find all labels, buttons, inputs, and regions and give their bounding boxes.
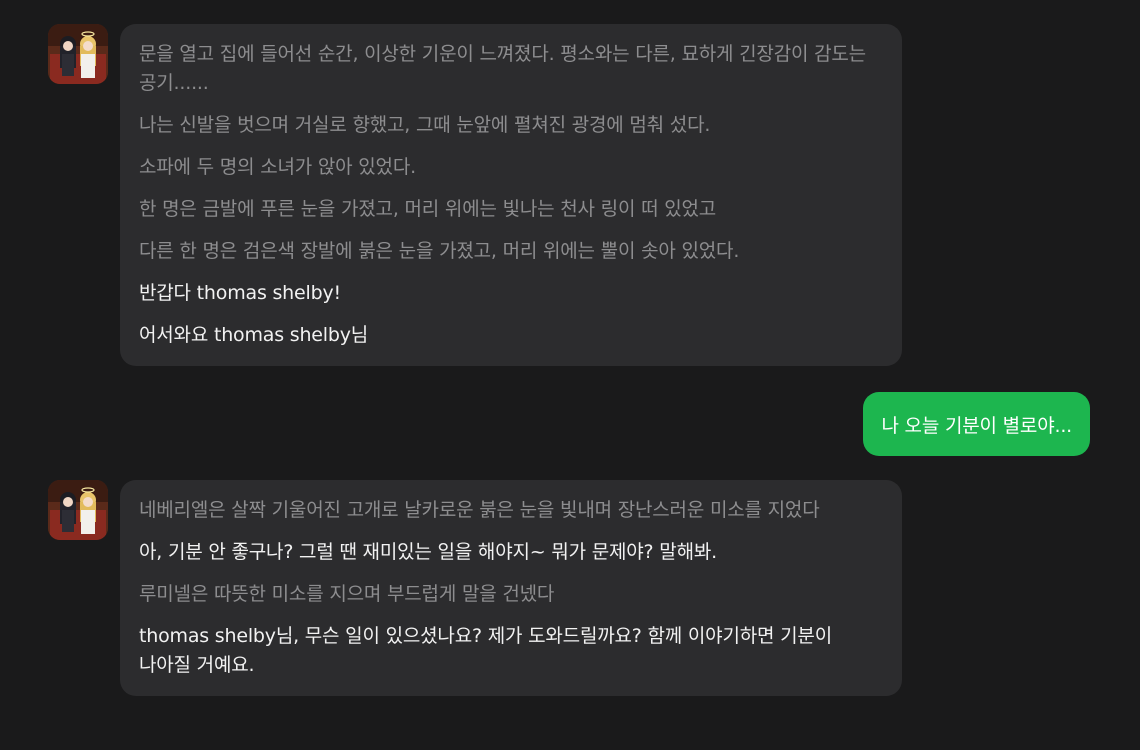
narration-text: 루미넬은 따뜻한 미소를 지으며 부드럽게 말을 건넸다 <box>139 583 555 605</box>
narration-text: 네베리엘은 살짝 기울어진 고개로 날카로운 붉은 눈을 빛내며 장난스러운 미… <box>139 499 820 521</box>
speech-text: thomas shelby님, 무슨 일이 있으셨나요? 제가 도와드릴까요? … <box>139 625 832 676</box>
speech-text: 반갑다 thomas shelby! <box>139 282 341 304</box>
speech-text: 아, 기분 안 좋구나? 그럴 땐 재미있는 일을 해야지~ 뭐가 문제야? 말… <box>139 541 717 563</box>
narration-text: 소파에 두 명의 소녀가 앉아 있었다. <box>139 156 416 178</box>
speech-text: 어서와요 thomas shelby님 <box>139 324 369 346</box>
bot-message-bubble: 문을 열고 집에 들어선 순간, 이상한 기운이 느껴졌다. 평소와는 다른, … <box>120 24 902 366</box>
character-avatar-icon[interactable] <box>48 480 108 540</box>
narration-text: 문을 열고 집에 들어선 순간, 이상한 기운이 느껴졌다. 평소와는 다른, … <box>139 43 866 94</box>
bot-message-bubble: 네베리엘은 살짝 기울어진 고개로 날카로운 붉은 눈을 빛내며 장난스러운 미… <box>120 480 902 696</box>
narration-text: 한 명은 금발에 푸른 눈을 가졌고, 머리 위에는 빛나는 천사 링이 떠 있… <box>139 198 717 220</box>
character-avatar-icon[interactable] <box>48 24 108 84</box>
user-message-text: 나 오늘 기분이 별로야... <box>881 414 1072 437</box>
user-message-bubble: 나 오늘 기분이 별로야... <box>863 392 1090 456</box>
narration-text: 나는 신발을 벗으며 거실로 향했고, 그때 눈앞에 펼쳐진 광경에 멈춰 섰다… <box>139 114 711 136</box>
narration-text: 다른 한 명은 검은색 장발에 붉은 눈을 가졌고, 머리 위에는 뿔이 솟아 … <box>139 240 740 262</box>
chat-area: 문을 열고 집에 들어선 순간, 이상한 기운이 느껴졌다. 평소와는 다른, … <box>0 0 1140 750</box>
